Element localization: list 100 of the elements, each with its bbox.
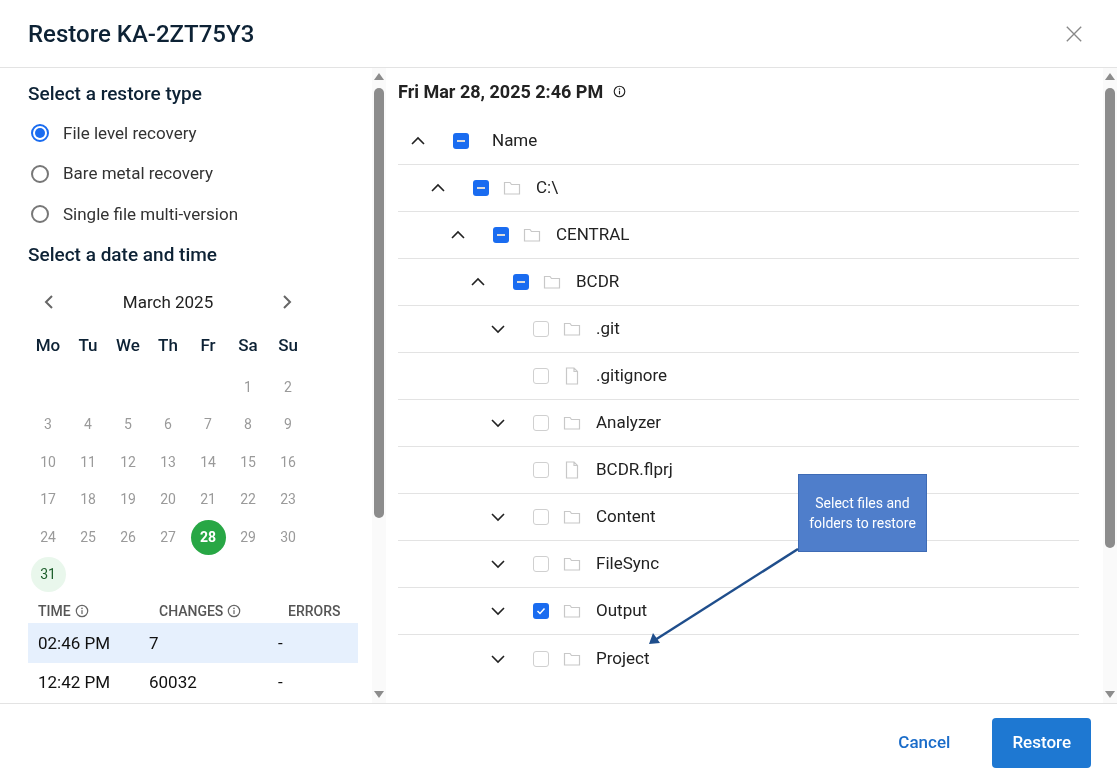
calendar-day[interactable]: 1 <box>230 369 266 405</box>
calendar-day[interactable]: 2 <box>270 369 306 405</box>
scroll-down-icon[interactable] <box>374 691 384 699</box>
folder-icon <box>563 321 581 337</box>
checkbox[interactable] <box>493 227 509 243</box>
checkbox[interactable] <box>533 462 549 478</box>
calendar-day[interactable]: 16 <box>270 444 306 480</box>
dialog-title: Restore KA-2ZT75Y3 <box>28 18 255 50</box>
calendar-day[interactable]: 6 <box>150 407 186 443</box>
table-cell-text: - <box>278 671 284 695</box>
checkbox[interactable] <box>533 368 549 384</box>
calendar-day[interactable]: 10 <box>30 444 66 480</box>
info-icon <box>613 84 627 98</box>
scroll-up-icon[interactable] <box>374 72 384 80</box>
tree-item-label[interactable]: BCDR.flprj <box>596 457 673 483</box>
table-cell-text: 60032 <box>149 671 198 695</box>
scroll-up-icon[interactable] <box>1105 72 1115 80</box>
column-header: TIME <box>38 601 71 621</box>
checkbox[interactable] <box>533 509 549 525</box>
table-cell-text: - <box>278 631 284 655</box>
calendar-day[interactable]: 27 <box>150 519 186 555</box>
calendar-day[interactable]: 31 <box>30 557 66 593</box>
checkbox[interactable] <box>533 415 549 431</box>
calendar-day[interactable]: 13 <box>150 444 186 480</box>
chevron-left-icon[interactable] <box>44 294 54 311</box>
weekday-label: Tu <box>77 334 99 357</box>
calendar-day[interactable]: 14 <box>190 444 226 480</box>
calendar-day[interactable]: 28 <box>190 519 226 555</box>
calendar-day[interactable]: 3 <box>30 407 66 443</box>
column-header: ERRORS <box>288 601 341 621</box>
calendar-day[interactable]: 8 <box>230 407 266 443</box>
column-header: CHANGES <box>159 601 224 621</box>
folder-icon <box>523 227 541 243</box>
calendar-day[interactable]: 19 <box>110 482 146 518</box>
radio-label[interactable]: Bare metal recovery <box>63 161 213 187</box>
checkbox[interactable] <box>533 321 549 337</box>
checkbox[interactable] <box>513 274 529 290</box>
tree-item-label[interactable]: FileSync <box>596 551 660 577</box>
tree-item-label[interactable]: CENTRAL <box>556 222 630 248</box>
tree-item-label[interactable]: BCDR <box>576 269 620 295</box>
calendar-day[interactable]: 4 <box>70 407 106 443</box>
calendar-day[interactable]: 26 <box>110 519 146 555</box>
tree-item-label[interactable]: C:\ <box>536 175 559 201</box>
calendar-day[interactable]: 20 <box>150 482 186 518</box>
radio-label[interactable]: File level recovery <box>63 120 197 146</box>
folder-icon <box>563 603 581 619</box>
checkbox[interactable] <box>533 650 549 667</box>
weekday-label: Mo <box>34 334 62 357</box>
time-row[interactable]: 02:46 PM 7 - <box>28 623 358 664</box>
calendar-day[interactable]: 12 <box>110 444 146 480</box>
scroll-down-icon[interactable] <box>1105 691 1115 699</box>
folder-icon <box>503 180 521 196</box>
table-cell-text: 02:46 PM <box>38 631 112 655</box>
radio-button[interactable] <box>31 164 49 183</box>
tree-item-label[interactable]: Project <box>596 645 650 672</box>
column-header: Name <box>492 129 538 153</box>
time-row[interactable]: 12:42 PM 60032 - <box>28 663 358 703</box>
calendar-day[interactable]: 9 <box>270 407 306 443</box>
calendar-day[interactable]: 24 <box>30 519 66 555</box>
table-cell-text: 12:42 PM <box>38 671 112 695</box>
calendar-day[interactable]: 7 <box>190 407 226 443</box>
calendar-day[interactable]: 23 <box>270 482 306 518</box>
radio-button[interactable] <box>31 205 49 224</box>
calendar-day[interactable]: 30 <box>270 519 306 555</box>
section-heading: Select a date and time <box>28 242 218 268</box>
calendar-day[interactable]: 15 <box>230 444 266 480</box>
calendar-day[interactable]: 17 <box>30 482 66 518</box>
tree-item-label[interactable]: Output <box>596 598 648 624</box>
checkbox[interactable] <box>453 133 469 149</box>
radio-button[interactable] <box>31 124 49 143</box>
close-icon[interactable] <box>1065 24 1083 43</box>
tree-item-label[interactable]: Content <box>596 504 656 530</box>
weekday-label: We <box>115 334 141 357</box>
scrollbar[interactable] <box>1103 68 1117 703</box>
weekday-label: Su <box>277 334 299 357</box>
cancel-button[interactable]: Cancel <box>890 722 959 764</box>
calendar-day[interactable]: 21 <box>190 482 226 518</box>
tree-item-label[interactable]: .gitignore <box>596 363 668 389</box>
calendar-day[interactable]: 5 <box>110 407 146 443</box>
checkbox[interactable] <box>533 603 549 619</box>
calendar-day[interactable]: 22 <box>230 482 266 518</box>
folder-icon <box>563 509 581 525</box>
calendar-day[interactable]: 11 <box>70 444 106 480</box>
file-icon <box>565 367 579 385</box>
folder-icon <box>543 274 561 290</box>
weekday-label: Th <box>157 334 179 357</box>
checkbox[interactable] <box>473 180 489 196</box>
calendar-day[interactable]: 25 <box>70 519 106 555</box>
tree-item-label[interactable]: Analyzer <box>596 410 661 436</box>
radio-label[interactable]: Single file multi-version <box>63 201 238 227</box>
calendar-day[interactable]: 18 <box>70 482 106 518</box>
table-cell-text: 7 <box>149 631 160 655</box>
calendar-day[interactable]: 29 <box>230 519 266 555</box>
chevron-right-icon[interactable] <box>282 294 292 311</box>
scrollbar[interactable] <box>372 68 386 703</box>
tree-item-label[interactable]: .git <box>596 316 620 342</box>
restore-button[interactable]: Restore <box>992 718 1091 768</box>
snapshot-title: Fri Mar 28, 2025 2:46 PM <box>398 79 604 104</box>
checkbox[interactable] <box>533 556 549 572</box>
callout-box: Select files and folders to restore <box>798 474 927 552</box>
